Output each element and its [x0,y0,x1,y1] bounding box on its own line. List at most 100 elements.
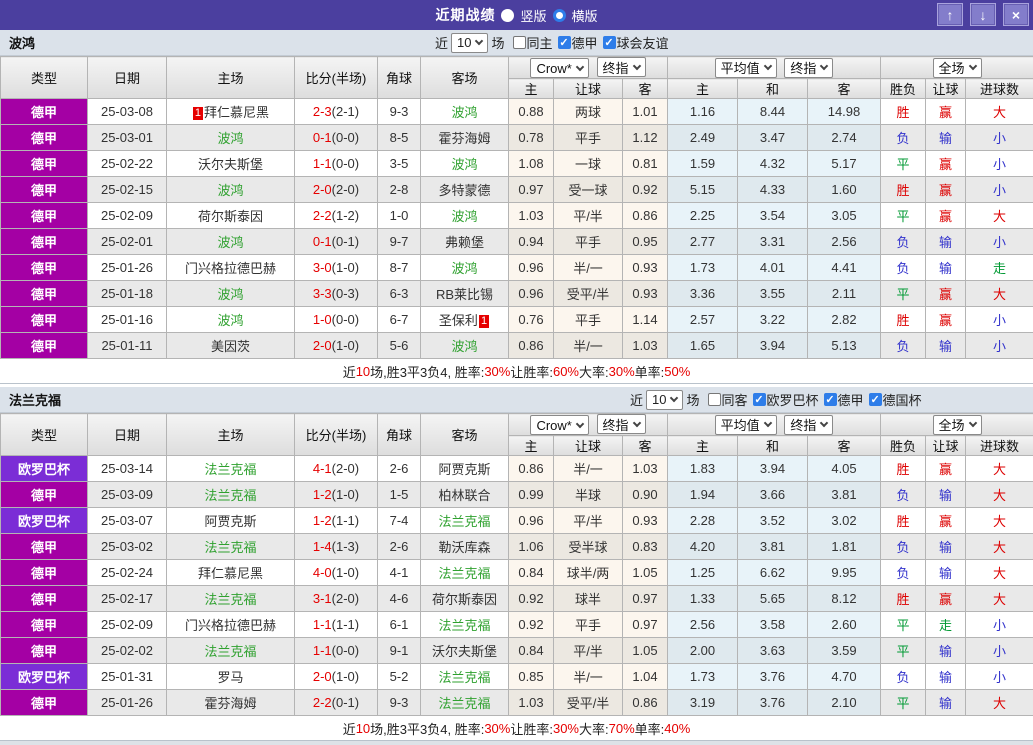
result-outcome: 负 [881,333,926,359]
col-type: 类型 [1,414,88,456]
checkbox-checked-icon[interactable]: ✓ [558,36,571,49]
bottom-strip [0,741,1033,745]
team-name: 法兰克福 [438,514,490,529]
odds-home: 0.85 [509,664,554,690]
section-summary: 近10场,胜3平3负4, 胜率:30% 让胜率:60% 大率:30% 单率:50… [0,359,1033,384]
scope-select[interactable]: 全场 [933,58,982,78]
average-time-value: 终指 [790,58,816,77]
avg-draw: 3.22 [738,307,808,333]
section-team-name: 法兰克福 [9,390,61,409]
scope-select-cell: 全场 [881,414,1033,436]
away-team: 波鸿 [421,255,509,281]
avg-away: 5.13 [808,333,881,359]
avg-draw: 3.94 [738,333,808,359]
result-handicap: 赢 [926,151,966,177]
halftime-score: (2-0) [332,591,359,606]
chevron-down-icon [632,61,640,69]
summary-stat-value: 30% [553,721,579,736]
odds-away: 0.97 [623,612,668,638]
home-team: 法兰克福 [167,482,295,508]
checkbox-checked-icon[interactable]: ✓ [824,393,837,406]
odds-company-select[interactable]: Crow* [530,415,588,435]
match-date: 25-02-17 [88,586,167,612]
avg-home: 2.77 [668,229,738,255]
team-name: 勒沃库森 [438,540,490,555]
match-date: 25-01-11 [88,333,167,359]
match-date: 25-03-07 [88,508,167,534]
odds-handicap: 受半球 [554,534,623,560]
average-select[interactable]: 平均值 [715,58,777,78]
title-group: 近期战绩 竖版 横版 [435,5,597,25]
team-name: 法兰克福 [438,696,490,711]
checkbox-unchecked-icon[interactable] [708,393,721,406]
match-row: 欧罗巴杯25-03-14法兰克福4-1(2-0)2-6阿贾克斯0.86半/一1.… [1,456,1033,482]
odds-time-select[interactable]: 终指 [597,57,646,77]
result-outcome: 胜 [881,99,926,125]
team-name: 拜仁慕尼黑 [204,105,269,120]
close-icon[interactable]: × [1003,3,1029,26]
halftime-score: (0-0) [332,130,359,145]
checkbox-label: 德甲 [838,390,864,409]
avg-away: 3.05 [808,203,881,229]
corners: 5-2 [378,664,421,690]
corners: 6-1 [378,612,421,638]
scroll-up-icon[interactable]: ↑ [937,3,963,26]
odds-away: 0.86 [623,203,668,229]
odds-handicap: 平手 [554,307,623,333]
league-type: 欧罗巴杯 [1,664,88,690]
scroll-down-icon[interactable]: ↓ [970,3,996,26]
score: 3-3(0-3) [295,281,378,307]
checkbox-unchecked-icon[interactable] [513,36,526,49]
average-time-select[interactable]: 终指 [784,415,833,435]
team-name: 波鸿 [217,131,243,146]
fulltime-score: 2-0 [313,338,332,353]
league-type: 德甲 [1,151,88,177]
scope-select[interactable]: 全场 [933,415,982,435]
col-avg-away: 客 [808,436,881,456]
odds-away: 0.93 [623,508,668,534]
section-bochum: 波鸿 近 10 场 同主✓德甲✓球会友谊 类型 日期 主场 比分(半场) 角球 … [0,30,1033,384]
result-outcome: 平 [881,281,926,307]
odds-away: 0.97 [623,586,668,612]
avg-home: 2.28 [668,508,738,534]
league-type: 欧罗巴杯 [1,508,88,534]
odds-away: 1.01 [623,99,668,125]
halftime-score: (1-1) [332,513,359,528]
checkbox-checked-icon[interactable]: ✓ [753,393,766,406]
match-count-select[interactable]: 10 [646,390,683,410]
average-select[interactable]: 平均值 [715,415,777,435]
halftime-score: (1-0) [332,338,359,353]
average-time-select[interactable]: 终指 [784,58,833,78]
avg-draw: 3.31 [738,229,808,255]
match-row: 德甲25-03-01波鸿0-1(0-0)8-5霍芬海姆0.78平手1.122.4… [1,125,1033,151]
radio-horizontal-layout[interactable] [553,9,566,22]
home-team: 罗马 [167,664,295,690]
team-name: 波鸿 [451,209,477,224]
avg-draw: 5.65 [738,586,808,612]
match-count-select[interactable]: 10 [451,33,488,53]
avg-home: 2.49 [668,125,738,151]
home-team: 阿贾克斯 [167,508,295,534]
fulltime-score: 1-4 [313,539,332,554]
away-team: 霍芬海姆 [421,125,509,151]
match-date: 25-01-26 [88,255,167,281]
score: 3-0(1-0) [295,255,378,281]
odds-company-select[interactable]: Crow* [530,58,588,78]
home-team: 1拜仁慕尼黑 [167,99,295,125]
corners: 2-8 [378,177,421,203]
checkbox-label: 球会友谊 [617,33,669,52]
result-outcome: 胜 [881,177,926,203]
col-score: 比分(半场) [295,414,378,456]
radio-vertical-layout[interactable] [501,9,514,22]
odds-time-select[interactable]: 终指 [597,414,646,434]
chevron-down-icon [763,62,771,70]
odds-home: 0.97 [509,177,554,203]
halftime-score: (1-0) [332,565,359,580]
avg-away: 4.05 [808,456,881,482]
match-row: 欧罗巴杯25-03-07阿贾克斯1-2(1-1)7-4法兰克福0.96平/半0.… [1,508,1033,534]
team-name: 阿贾克斯 [204,514,256,529]
avg-away: 2.56 [808,229,881,255]
checkbox-checked-icon[interactable]: ✓ [603,36,616,49]
result-handicap: 输 [926,333,966,359]
checkbox-checked-icon[interactable]: ✓ [869,393,882,406]
